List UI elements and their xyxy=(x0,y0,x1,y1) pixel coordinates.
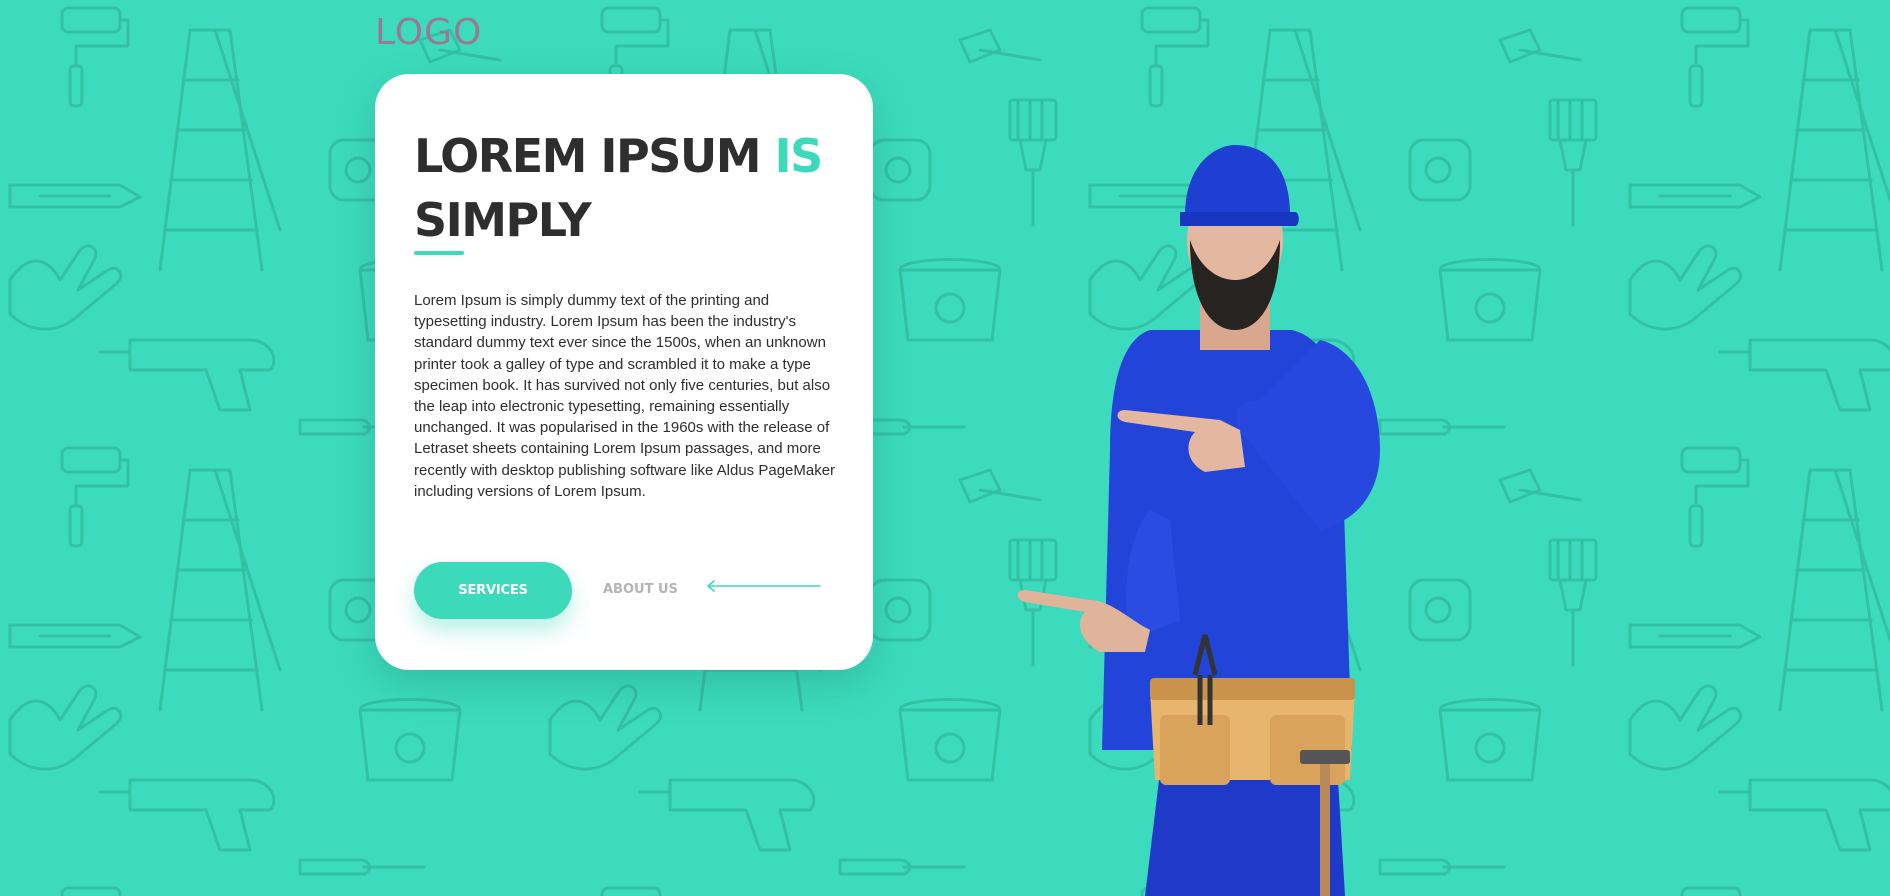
logo[interactable]: LOGO xyxy=(375,12,482,53)
worker-cap xyxy=(1185,145,1290,215)
hero-description: Lorem Ipsum is simply dummy text of the … xyxy=(414,292,836,500)
hero-card: LOREM IPSUM IS SIMPLY Lorem Ipsum is simp… xyxy=(375,74,873,670)
worker-illustration xyxy=(1017,145,1380,896)
belt-strap xyxy=(1150,678,1355,700)
page-title: LOREM IPSUM IS SIMPLY xyxy=(414,124,854,252)
about-us-link[interactable]: ABOUT US xyxy=(603,582,678,597)
headline-accent: IS xyxy=(774,129,824,183)
hammer-handle xyxy=(1320,760,1330,896)
headline-part2: SIMPLY xyxy=(414,193,592,247)
services-button[interactable]: SERVICES xyxy=(414,562,572,619)
headline-part1: LOREM IPSUM xyxy=(414,129,775,183)
worker-cap-brim xyxy=(1180,212,1299,226)
hammer-head xyxy=(1300,750,1350,764)
arrow-left-icon xyxy=(707,580,821,592)
tools-pattern-background xyxy=(0,0,1890,896)
belt-pouch-left xyxy=(1160,715,1230,785)
title-underline xyxy=(414,251,464,255)
